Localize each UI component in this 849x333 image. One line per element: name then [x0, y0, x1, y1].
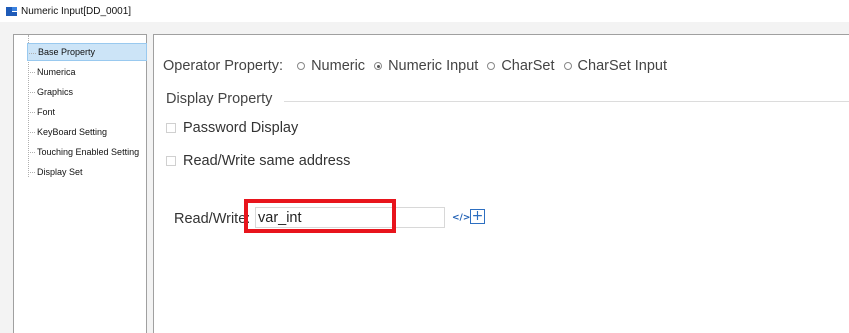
tree-item-numerica[interactable]: Numerica [27, 63, 147, 81]
same-address-checkbox[interactable]: Read/Write same address [166, 153, 350, 169]
radio-circle-icon [297, 62, 306, 70]
tree-item-keyboard-setting[interactable]: KeyBoard Setting [27, 123, 147, 141]
dialog-body: Base Property Numerica Graphics Font Key… [0, 22, 849, 333]
checkbox-icon [166, 156, 176, 166]
operator-property-label: Operator Property: [163, 58, 284, 74]
tree-item-display-set[interactable]: Display Set [27, 163, 147, 181]
checkbox-icon [166, 123, 176, 133]
radio-charset[interactable]: CharSet [487, 58, 555, 74]
tree-item-touching-enabled-setting[interactable]: Touching Enabled Setting [27, 143, 147, 161]
tree-item-base-property[interactable]: Base Property [27, 43, 147, 61]
radio-label: Numeric [311, 58, 366, 74]
property-panel: Operator Property: Numeric Numeric Input… [153, 34, 849, 333]
tree-item-label: Font [37, 107, 56, 117]
read-write-row: Read/Write: [174, 208, 250, 230]
tree-item-label: Graphics [37, 87, 74, 97]
app-icon [6, 6, 17, 16]
radio-label: Numeric Input [388, 58, 479, 74]
display-property-title: Display Property [166, 91, 277, 107]
radio-label: CharSet [501, 58, 555, 74]
tree-item-graphics[interactable]: Graphics [27, 83, 147, 101]
tree-item-label: Base Property [38, 47, 96, 57]
radio-label: CharSet Input [577, 58, 668, 74]
code-icon[interactable]: </> [452, 211, 470, 225]
tree-item-label: Display Set [37, 167, 83, 177]
radio-charset-input[interactable]: CharSet Input [563, 58, 668, 74]
tree-item-font[interactable]: Font [27, 103, 147, 121]
radio-numeric-input[interactable]: Numeric Input [374, 58, 478, 74]
group-divider [284, 101, 849, 102]
tree-item-label: Numerica [37, 67, 76, 77]
read-write-label: Read/Write: [174, 211, 251, 227]
password-display-checkbox[interactable]: Password Display [166, 120, 298, 136]
tree-item-label: Touching Enabled Setting [37, 147, 140, 157]
read-write-address-input[interactable] [255, 207, 445, 228]
tree-item-label: KeyBoard Setting [37, 127, 108, 137]
radio-circle-icon [487, 62, 496, 70]
title-bar: Numeric Input[DD_0001] [0, 0, 849, 22]
property-tree[interactable]: Base Property Numerica Graphics Font Key… [13, 34, 147, 333]
password-display-label: Password Display [183, 120, 299, 136]
operator-property-row: Operator Property: Numeric Numeric Input… [163, 56, 676, 76]
radio-checked-icon [374, 62, 383, 70]
same-address-label: Read/Write same address [183, 153, 351, 169]
plus-icon[interactable]: + [470, 209, 485, 224]
radio-numeric[interactable]: Numeric [297, 58, 365, 74]
radio-circle-icon [563, 62, 572, 70]
window-title: Numeric Input[DD_0001] [21, 5, 132, 17]
